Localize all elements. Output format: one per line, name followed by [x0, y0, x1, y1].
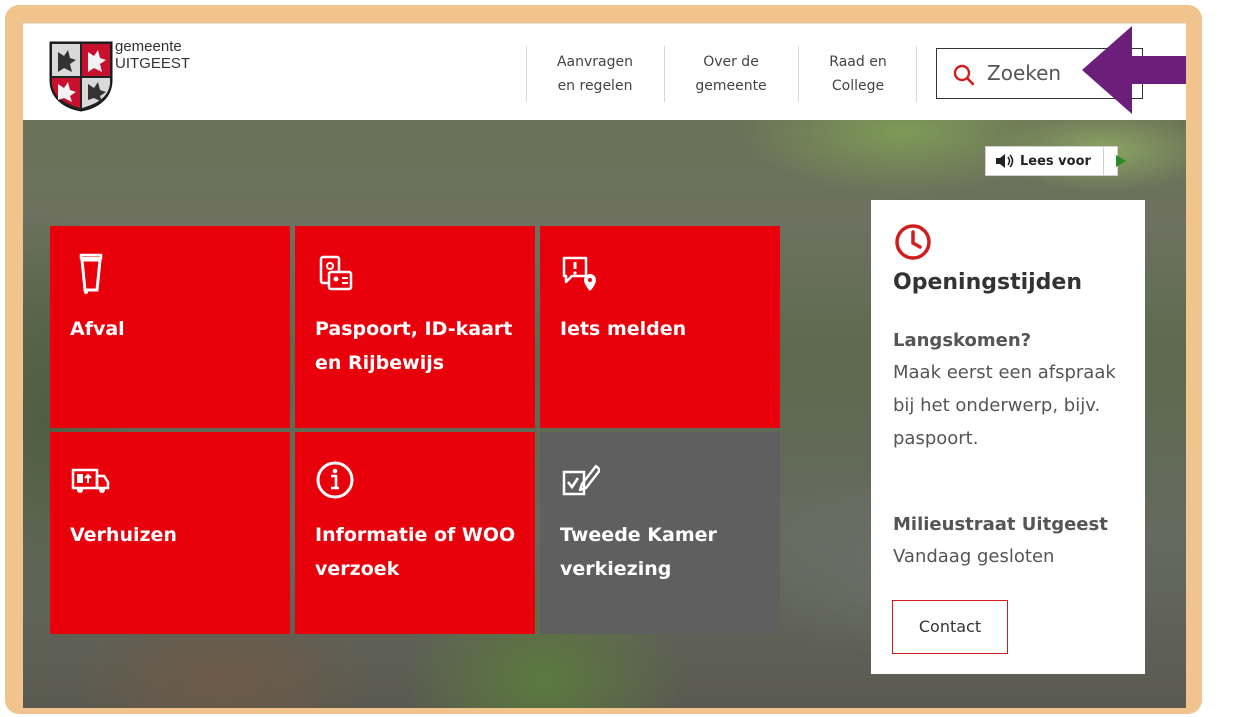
depot-heading: Milieustraat Uitgeest [893, 514, 1108, 535]
nav-separator [916, 46, 917, 102]
nav-label-line-2: gemeente [695, 78, 767, 94]
tile-informatie-woo-verzoek[interactable]: Informatie of WOO verzoek [295, 432, 535, 634]
visit-heading: Langskomen? [893, 330, 1032, 351]
coat-of-arms-logo[interactable] [48, 40, 114, 112]
site-header: gemeente UITGEEST Aanvragen en regelen O… [23, 23, 1186, 121]
play-icon[interactable] [1116, 155, 1126, 167]
logo-line-1: gemeente [115, 38, 182, 55]
nav-label-line-2: en regelen [557, 78, 633, 94]
tile-title: Informatie of WOO verzoek [315, 524, 516, 580]
visit-text: Maak eerst een afspraak bij het onderwer… [893, 362, 1116, 449]
tile-title: Paspoort, ID-kaart en Rijbewijs [315, 318, 513, 374]
moving-truck-icon [71, 468, 110, 493]
search-placeholder: Zoeken [987, 61, 1062, 85]
ballot-vote-icon [562, 464, 600, 496]
tile-title: Tweede Kamer verkiezing [560, 524, 717, 580]
nav-label-line-2: College [831, 78, 885, 94]
clock-icon [895, 224, 931, 260]
nav-separator [664, 46, 665, 102]
read-aloud-divider [1103, 147, 1104, 175]
nav-raad-en-college[interactable]: Raad en College [815, 50, 901, 102]
nav-label-line-1: Over de [703, 54, 759, 70]
tile-title: Verhuizen [70, 524, 177, 546]
info-icon [316, 461, 354, 499]
tile-verhuizen[interactable]: Verhuizen [50, 432, 290, 634]
trash-bin-icon [79, 253, 103, 294]
speaker-icon [996, 154, 1014, 168]
annotation-arrow-icon [1082, 26, 1186, 114]
tile-paspoort-id-kaart-rijbewijs[interactable]: Paspoort, ID-kaart en Rijbewijs [295, 226, 535, 428]
read-aloud-label: Lees voor [1020, 154, 1091, 169]
opening-hours-title: Openingstijden [893, 270, 1083, 295]
tile-tweede-kamer-verkiezing[interactable]: Tweede Kamer verkiezing [540, 432, 780, 634]
nav-aanvragen-en-regelen[interactable]: Aanvragen en regelen [543, 50, 647, 102]
nav-separator [526, 46, 527, 102]
website-page: gemeente UITGEEST Aanvragen en regelen O… [23, 23, 1186, 708]
nav-label-line-1: Raad en [829, 54, 887, 70]
search-icon [953, 64, 975, 86]
opening-hours-panel: Openingstijden Langskomen? Maak eerst ee… [871, 200, 1145, 674]
logo-line-2: UITGEEST [115, 55, 191, 72]
tile-iets-melden[interactable]: Iets melden [540, 226, 780, 428]
nav-over-de-gemeente[interactable]: Over de gemeente [681, 50, 781, 102]
id-card-icon [319, 255, 353, 291]
tile-title: Afval [70, 318, 125, 340]
nav-label-line-1: Aanvragen [556, 54, 634, 70]
depot-status: Vandaag gesloten [893, 546, 1055, 567]
report-location-icon [562, 256, 596, 291]
read-aloud-button[interactable]: Lees voor [985, 146, 1126, 176]
tile-title: Iets melden [560, 318, 687, 340]
nav-separator [798, 46, 799, 102]
contact-button[interactable]: Contact [892, 600, 1008, 654]
tile-afval[interactable]: Afval [50, 226, 290, 428]
municipality-name[interactable]: gemeente UITGEEST [115, 38, 190, 72]
hero-aerial-photo: Lees voor Afval Paspoort, ID-kaart en Ri… [23, 120, 1186, 708]
